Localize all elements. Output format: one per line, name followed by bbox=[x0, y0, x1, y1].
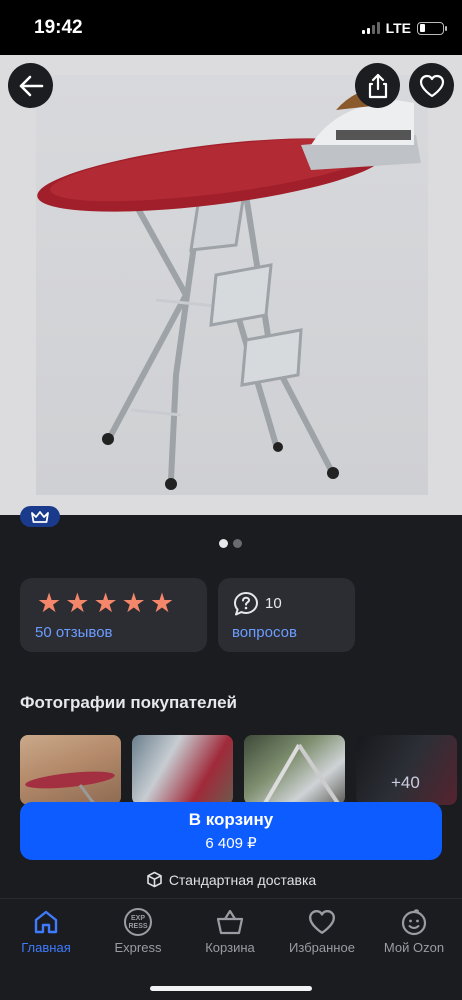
customer-photo-more[interactable]: +40 bbox=[356, 735, 457, 805]
product-details: ★ ★ ★ ★ ★ 50 отзывов 10 вопросов Фотогра… bbox=[0, 515, 462, 898]
share-icon bbox=[368, 73, 387, 98]
product-price: 6 409 ₽ bbox=[205, 835, 257, 852]
share-button[interactable] bbox=[355, 63, 400, 108]
more-photos-count: +40 bbox=[391, 773, 420, 792]
nav-item-favorites[interactable]: Избранное bbox=[276, 907, 368, 955]
nav-item-express[interactable]: EXP RESS Express bbox=[92, 907, 184, 955]
arrow-left-icon bbox=[19, 75, 43, 96]
product-photo[interactable] bbox=[36, 75, 428, 495]
delivery-label: Стандартная доставка bbox=[168, 871, 317, 888]
nav-label-favorites: Избранное bbox=[289, 940, 355, 955]
status-time: 19:42 bbox=[34, 17, 83, 38]
home-icon bbox=[34, 910, 58, 934]
customer-photos-title: Фотографии покупателей bbox=[20, 693, 237, 712]
nav-label-profile: Мой Ozon bbox=[383, 940, 445, 955]
delivery-info[interactable]: Стандартная доставка bbox=[0, 871, 462, 888]
customer-photo[interactable] bbox=[20, 735, 121, 805]
nav-label-home: Главная bbox=[21, 940, 71, 955]
back-button[interactable] bbox=[8, 63, 53, 108]
ironing-board-illustration bbox=[37, 87, 421, 490]
customer-photo[interactable] bbox=[244, 735, 345, 805]
basket-icon bbox=[216, 909, 244, 935]
svg-text:EXP: EXP bbox=[131, 915, 145, 922]
customer-photos-strip[interactable]: +40 bbox=[20, 735, 457, 805]
gallery-pagination[interactable] bbox=[219, 539, 242, 548]
rating-card[interactable]: ★ ★ ★ ★ ★ 50 отзывов bbox=[20, 578, 207, 652]
express-icon: EXP RESS bbox=[124, 908, 152, 936]
questions-link[interactable]: вопросов bbox=[232, 624, 297, 641]
add-to-cart-label: В корзину bbox=[188, 810, 274, 829]
gallery-dot[interactable] bbox=[233, 539, 242, 548]
heart-icon bbox=[308, 910, 336, 934]
star-icon: ★ bbox=[121, 588, 146, 618]
nav-label-express: Express bbox=[114, 940, 162, 955]
ironing-board-thumb bbox=[25, 771, 115, 805]
signal-icon bbox=[361, 22, 380, 34]
nav-item-cart[interactable]: Корзина bbox=[184, 907, 276, 955]
favorite-button[interactable] bbox=[409, 63, 454, 108]
status-bar: 19:42 LTE bbox=[0, 0, 462, 55]
customer-photo[interactable] bbox=[132, 735, 233, 805]
status-indicators: LTE bbox=[361, 20, 447, 36]
box-icon bbox=[147, 871, 162, 888]
home-indicator bbox=[150, 986, 312, 991]
svg-text:RESS: RESS bbox=[128, 923, 147, 930]
nav-item-home[interactable]: Главная bbox=[0, 907, 92, 955]
rating-stars: ★ ★ ★ ★ ★ bbox=[37, 588, 175, 618]
heart-icon bbox=[419, 74, 444, 97]
add-to-cart-button[interactable]: В корзину 6 409 ₽ bbox=[20, 802, 442, 860]
gallery-dot-active[interactable] bbox=[219, 539, 228, 548]
network-label: LTE bbox=[385, 20, 411, 36]
questions-count: 10 bbox=[265, 595, 282, 612]
ladder-thumb bbox=[262, 743, 341, 805]
star-icon: ★ bbox=[37, 588, 62, 618]
nav-item-profile[interactable]: Мой Ozon bbox=[368, 907, 460, 955]
smile-icon bbox=[401, 909, 427, 936]
reviews-link[interactable]: 50 отзывов bbox=[35, 624, 113, 641]
questions-card[interactable]: 10 вопросов bbox=[218, 578, 355, 652]
product-gallery[interactable] bbox=[0, 55, 462, 515]
nav-label-cart: Корзина bbox=[205, 940, 255, 955]
premium-badge bbox=[20, 506, 60, 527]
question-bubble-icon bbox=[234, 592, 258, 616]
battery-icon bbox=[417, 21, 447, 35]
bottom-navigation: Главная EXP RESS Express Корзина Избранн… bbox=[0, 898, 462, 1000]
crown-icon bbox=[31, 510, 49, 523]
star-icon: ★ bbox=[65, 588, 90, 618]
star-icon: ★ bbox=[93, 588, 118, 618]
star-icon: ★ bbox=[149, 588, 175, 618]
